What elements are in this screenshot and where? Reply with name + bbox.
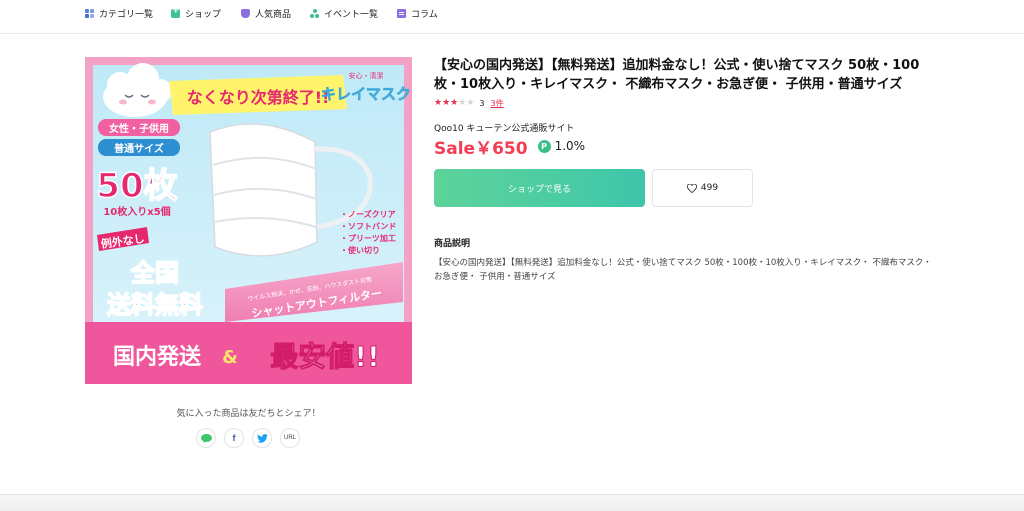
nav-item-label: イベント一覧	[324, 9, 379, 20]
svg-text:・プリーツ加工: ・プリーツ加工	[340, 233, 396, 243]
bottom-bar	[0, 494, 1024, 511]
point-rate: 1.0%	[554, 139, 586, 153]
description-body: 【安心の国内発送】【無料発送】追加料金なし！公式・使い捨てマスク 50枚・100…	[434, 258, 932, 282]
share-buttons: f URL	[196, 428, 300, 448]
top-nav: カテゴリ一覧 ショップ 人気商品 イベント一覧 コラム	[0, 0, 1024, 34]
svg-text:キレイマスク: キレイマスク	[321, 85, 411, 103]
star-icon: ★	[434, 98, 443, 108]
share-url-button[interactable]: URL	[280, 428, 300, 448]
shop-plus-icon	[171, 6, 180, 18]
twitter-bird-icon	[256, 433, 268, 443]
like-button[interactable]: 499	[652, 169, 753, 207]
point-icon: P	[537, 139, 551, 153]
view-in-shop-button[interactable]: ショップで見る	[434, 169, 645, 207]
svg-text:国内発送: 国内発送	[113, 344, 201, 370]
share-caption: 気に入った商品は友だちとシェア！	[176, 409, 321, 419]
column-document-icon	[397, 8, 406, 18]
event-dots-icon	[310, 8, 319, 18]
description-heading: 商品説明	[434, 239, 471, 249]
mask-product-illustration: なくなり次第終了!! 安心・清潔 キレイマスク 女性・子供用 普通サイズ 50枚…	[85, 57, 412, 384]
svg-text:最安値!!: 最安値!!	[270, 340, 380, 373]
seller-name[interactable]: Qoo10 キューテン公式通販サイト	[434, 121, 574, 134]
star-icon: ★	[442, 98, 451, 108]
facebook-icon: f	[232, 433, 236, 443]
nav-item-label: コラム	[411, 9, 438, 20]
ranking-badge-icon	[241, 8, 250, 18]
share-line-button[interactable]	[196, 428, 216, 448]
rating-stars: ★ ★ ★ ★ ★	[434, 98, 474, 108]
svg-text:女性・子供用: 女性・子供用	[109, 122, 169, 135]
svg-text:・ソフトバンド: ・ソフトバンド	[340, 222, 396, 231]
price-row: Sale￥650 P 1.0%	[434, 135, 586, 159]
share-facebook-button[interactable]: f	[224, 428, 244, 448]
svg-text:50枚: 50枚	[96, 166, 177, 206]
svg-text:送料無料: 送料無料	[107, 291, 203, 319]
nav-item-label: カテゴリ一覧	[99, 9, 154, 20]
star-icon: ★	[458, 98, 467, 108]
nav-item-shop[interactable]: ショップ	[171, 6, 221, 20]
nav-item-label: 人気商品	[255, 9, 292, 20]
star-icon: ★	[450, 98, 459, 108]
like-count: 499	[700, 183, 719, 193]
sale-price: Sale￥650	[434, 138, 528, 159]
url-label: URL	[283, 435, 296, 441]
svg-text:安心・清潔: 安心・清潔	[349, 71, 384, 80]
nav-item-events[interactable]: イベント一覧	[310, 6, 378, 20]
nav-item-label: ショップ	[185, 9, 222, 20]
nav-item-categories[interactable]: カテゴリ一覧	[85, 6, 153, 20]
nav-item-column[interactable]: コラム	[397, 6, 438, 20]
svg-text:なくなり次第終了!!: なくなり次第終了!!	[187, 88, 330, 107]
rating-value: 3	[479, 98, 485, 108]
review-count-link[interactable]: 3件	[490, 98, 503, 109]
share-twitter-button[interactable]	[252, 428, 272, 448]
product-image[interactable]: なくなり次第終了!! 安心・清潔 キレイマスク 女性・子供用 普通サイズ 50枚…	[85, 57, 412, 384]
svg-text:・ノーズクリア: ・ノーズクリア	[340, 209, 396, 219]
product-title: 【安心の国内発送】【無料発送】追加料金なし！公式・使い捨てマスク 50枚・100…	[434, 58, 920, 92]
svg-text:全国: 全国	[130, 259, 179, 287]
svg-text:・使い切り: ・使い切り	[340, 245, 380, 255]
svg-text:普通サイズ: 普通サイズ	[114, 142, 164, 155]
rating-row: ★ ★ ★ ★ ★ 3 3件	[434, 97, 504, 109]
svg-text:&: &	[222, 347, 238, 368]
category-grid-icon	[85, 8, 94, 18]
heart-icon	[686, 183, 697, 193]
line-chat-icon	[200, 433, 212, 443]
nav-item-popular[interactable]: 人気商品	[241, 6, 291, 20]
svg-text:10枚入りx5個: 10枚入りx5個	[103, 205, 170, 218]
star-icon: ★	[466, 98, 475, 108]
